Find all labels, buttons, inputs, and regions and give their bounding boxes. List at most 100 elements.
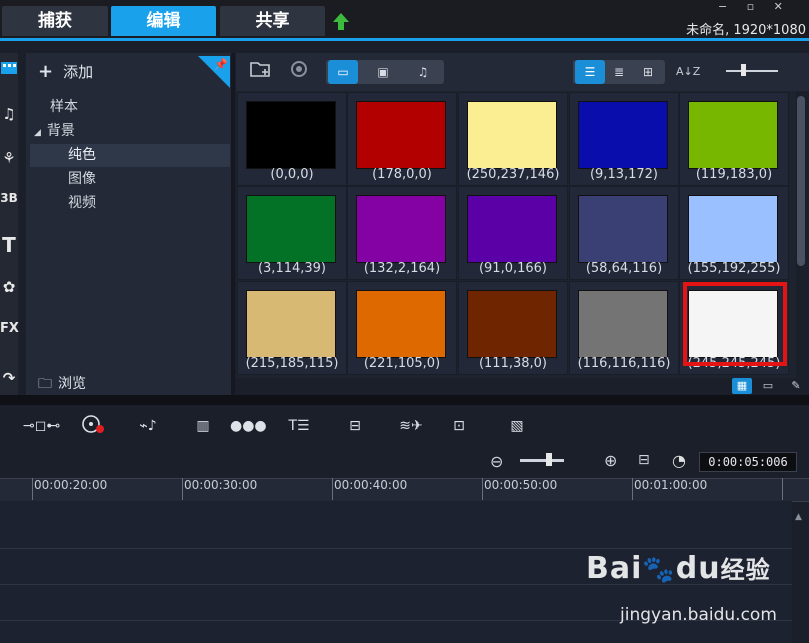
color-swatch-item[interactable]: (215,185,115) [237, 281, 347, 375]
track-manager-icon[interactable]: ⊸◻⊷ [23, 415, 60, 437]
tree-item-background[interactable]: ◢ 背景 [30, 120, 230, 143]
thumbnail-size-slider-thumb[interactable] [741, 64, 746, 76]
tree-item-label: 图像 [68, 171, 96, 187]
color-swatch-item[interactable]: (221,105,0) [347, 281, 457, 375]
color-swatch[interactable] [356, 195, 446, 263]
upload-icon[interactable] [332, 12, 350, 32]
thumbnail-size-slider[interactable] [726, 70, 778, 72]
ruler-tick-label: 00:00:30:00 [184, 478, 258, 492]
scroll-up-arrow-icon[interactable]: ▲ [795, 512, 802, 522]
grid-scrollbar-thumb[interactable] [797, 96, 805, 266]
window-controls[interactable]: − ▫ ✕ [718, 0, 808, 14]
color-swatch-item[interactable]: (119,183,0) [679, 92, 789, 186]
options-view-icon[interactable]: ▭ [758, 378, 778, 394]
color-swatch[interactable] [467, 101, 557, 169]
ruler-major-tick [332, 478, 333, 500]
media-filter-group: ▭ ▣ ♫ [326, 60, 444, 84]
edit-view-icon[interactable]: ✎ [786, 378, 806, 394]
library-view-icon[interactable]: ▦ [732, 378, 752, 394]
import-folder-icon[interactable] [248, 60, 274, 84]
color-swatch-label: (215,185,115) [245, 356, 339, 371]
color-swatch-item[interactable]: (178,0,0) [347, 92, 457, 186]
graphics-icon[interactable]: ✿ [0, 278, 18, 296]
show-audio-button[interactable]: ♫ [408, 60, 438, 84]
add-button[interactable]: + 添加 [38, 61, 93, 82]
transition-icon[interactable]: ⚘ [0, 149, 18, 167]
aperture-icon[interactable] [287, 60, 311, 84]
color-swatch[interactable] [578, 195, 668, 263]
audio-mixer-icon[interactable]: ⌁♪ [133, 415, 163, 437]
tree-item-video[interactable]: 视频 [30, 192, 230, 215]
browse-button[interactable]: 🗀 浏览 [38, 373, 86, 397]
color-swatch[interactable] [246, 195, 336, 263]
subtitle-editor-icon[interactable]: T☰ [284, 415, 314, 437]
record-capture-icon[interactable] [78, 415, 108, 437]
color-swatch-label: (178,0,0) [372, 167, 432, 182]
color-swatch[interactable] [246, 290, 336, 358]
color-swatch-label: (155,192,255) [687, 261, 781, 276]
fit-project-icon[interactable]: ⊟ [638, 452, 650, 468]
tab-capture[interactable]: 捕获 [2, 6, 108, 36]
color-swatch[interactable] [467, 290, 557, 358]
color-swatch[interactable] [467, 195, 557, 263]
path-icon[interactable]: ↷ [0, 369, 18, 387]
expand-triangle-icon[interactable]: ◢ [34, 128, 41, 138]
color-swatch[interactable] [356, 101, 446, 169]
color-swatch[interactable] [246, 101, 336, 169]
show-video-button[interactable]: ▭ [328, 60, 358, 84]
color-swatch[interactable] [578, 290, 668, 358]
color-swatch-item[interactable]: (58,64,116) [569, 186, 679, 280]
multi-cam-icon[interactable]: ●●● [230, 415, 267, 437]
add-label: 添加 [63, 63, 94, 81]
speed-icon[interactable]: ≋✈ [396, 415, 426, 437]
color-swatch[interactable] [688, 101, 778, 169]
mask-creator-icon[interactable]: ⊡ [444, 415, 474, 437]
media-icon[interactable] [0, 59, 18, 81]
color-swatch-item[interactable]: (111,38,0) [458, 281, 568, 375]
tab-edit[interactable]: 编辑 [111, 6, 216, 36]
paint-creator-icon[interactable]: ▧ [502, 415, 532, 437]
timeline-zoom-row [0, 450, 809, 476]
zoom-out-icon[interactable]: ⊖ [490, 452, 503, 471]
color-swatch-item[interactable]: (0,0,0) [237, 92, 347, 186]
horizontal-splitter[interactable] [0, 395, 809, 405]
color-swatch-item[interactable]: (250,237,146) [458, 92, 568, 186]
multi-view-icon[interactable]: ⊟ [340, 415, 370, 437]
color-swatch-item[interactable]: (132,2,164) [347, 186, 457, 280]
ruler-major-tick [782, 478, 783, 500]
color-swatch-item[interactable]: (155,192,255) [679, 186, 789, 280]
zoom-slider[interactable] [520, 459, 564, 462]
sort-icon[interactable]: A↓Z [676, 60, 700, 84]
ruler-tick-label: 00:00:20:00 [34, 478, 108, 492]
browse-label: 浏览 [58, 376, 86, 392]
tab-share[interactable]: 共享 [220, 6, 325, 36]
tree-item-samples[interactable]: 样本 [30, 96, 230, 119]
timeline-scrollbar[interactable] [793, 512, 807, 643]
tree-item-label: 视频 [68, 195, 96, 211]
color-swatch-label: (58,64,116) [585, 261, 663, 276]
color-swatch-label: (132,2,164) [363, 261, 441, 276]
show-photo-button[interactable]: ▣ [368, 60, 398, 84]
pin-icon[interactable]: 📌 [214, 58, 228, 71]
thumbnail-view-button[interactable]: ☰ [575, 60, 605, 84]
list-view-button[interactable]: ≣ [604, 60, 634, 84]
color-swatch-item[interactable]: (116,116,116) [569, 281, 679, 375]
zoom-in-icon[interactable]: ⊕ [604, 451, 617, 470]
color-swatch[interactable] [688, 195, 778, 263]
color-swatch[interactable] [578, 101, 668, 169]
zoom-slider-thumb[interactable] [546, 453, 552, 466]
3d-title-icon[interactable]: 3B [0, 191, 18, 205]
color-swatch-item[interactable]: (3,114,39) [237, 186, 347, 280]
tree-item-image[interactable]: 图像 [30, 168, 230, 191]
title-icon[interactable]: T [0, 233, 18, 257]
timecode-display[interactable]: 0:00:05:006 [699, 452, 797, 472]
motion-tracking-icon[interactable]: ▥ [188, 415, 218, 437]
color-swatch[interactable] [356, 290, 446, 358]
tree-item-solid-color[interactable]: 纯色 [30, 144, 230, 167]
color-swatch-item[interactable]: (91,0,166) [458, 186, 568, 280]
grid-view-button[interactable]: ⊞ [633, 60, 663, 84]
filter-icon[interactable]: FX [0, 321, 19, 336]
music-icon[interactable]: ♫ [0, 105, 18, 123]
color-swatch-item[interactable]: (9,13,172) [569, 92, 679, 186]
panel-splitter[interactable] [231, 53, 235, 395]
